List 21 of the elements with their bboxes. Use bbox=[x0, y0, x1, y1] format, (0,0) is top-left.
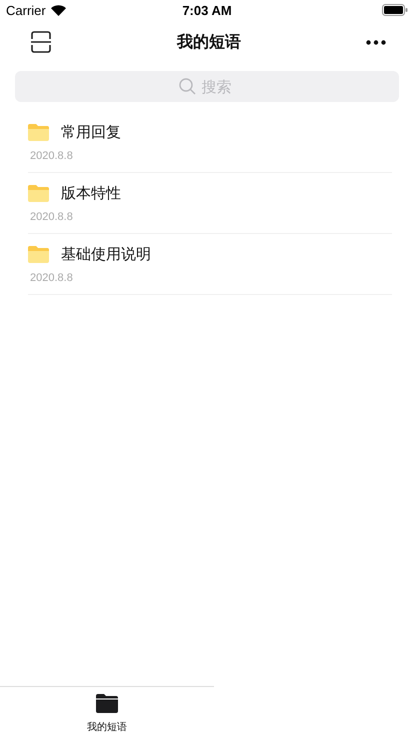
folder-name: 版本特性 bbox=[61, 184, 121, 202]
folder-date: 2020.8.8 bbox=[30, 210, 74, 222]
folder-date: 2020.8.8 bbox=[30, 150, 74, 162]
folder-row[interactable]: 基础使用说明 2020.8.8 bbox=[28, 234, 392, 295]
folder-icon bbox=[28, 124, 49, 140]
nav-title: 我的短语 bbox=[177, 32, 241, 52]
scan-button[interactable] bbox=[30, 31, 52, 53]
folder-icon bbox=[96, 694, 118, 713]
folder-date: 2020.8.8 bbox=[30, 272, 74, 284]
clock-time: 7:03 AM bbox=[182, 2, 232, 18]
folder-icon bbox=[28, 246, 49, 262]
battery-icon bbox=[382, 4, 408, 16]
folder-name: 基础使用说明 bbox=[61, 244, 151, 264]
search-icon bbox=[178, 78, 196, 95]
folder-icon bbox=[28, 184, 49, 202]
carrier-label: Carrier bbox=[6, 2, 46, 18]
more-button[interactable] bbox=[366, 40, 386, 44]
folder-row[interactable]: 常用回复 2020.8.8 bbox=[28, 112, 392, 173]
folder-name: 常用回复 bbox=[61, 122, 121, 142]
wifi-icon bbox=[50, 4, 66, 16]
folder-row[interactable]: 版本特性 2020.8.8 bbox=[28, 173, 392, 234]
